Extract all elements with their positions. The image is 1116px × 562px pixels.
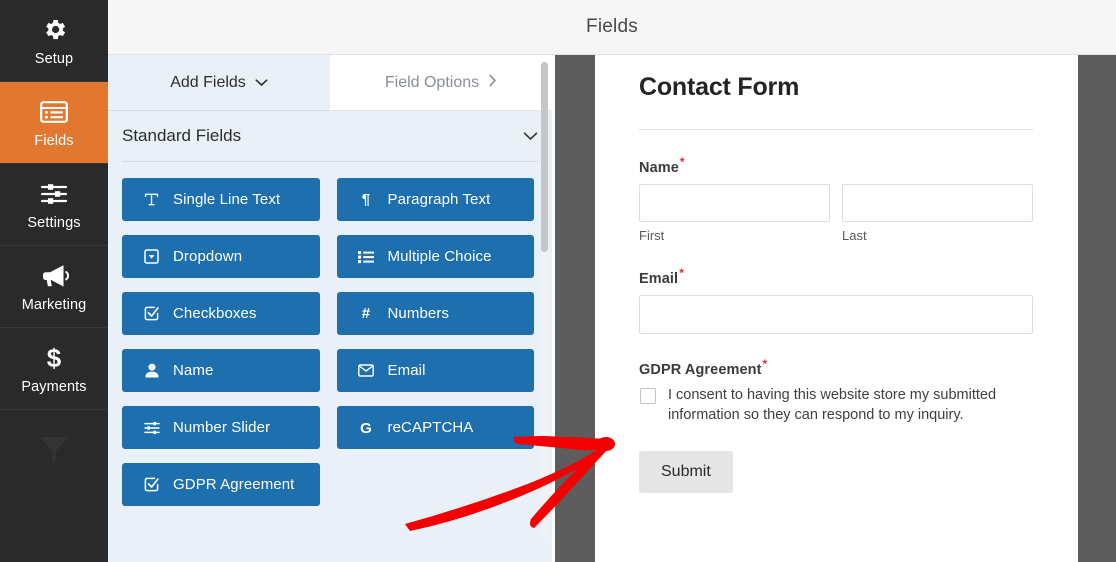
first-name-input[interactable] <box>639 183 830 222</box>
form-title-divider <box>639 129 1033 130</box>
text-cursor-icon <box>143 191 160 208</box>
sidebar-item-label: Setup <box>34 50 74 67</box>
svg-text:$: $ <box>47 344 62 372</box>
gdpr-consent-text: I consent to having this website store m… <box>668 387 997 424</box>
field-button-dropdown[interactable]: Dropdown <box>122 235 320 278</box>
field-label-text: Email <box>639 270 679 287</box>
sidebar: Setup Fields Settings Marketing $ Paymen… <box>0 0 108 562</box>
field-label: Email* <box>639 266 1033 287</box>
preview-gutter-left <box>555 55 595 562</box>
sidebar-item-settings[interactable]: Settings <box>0 164 108 246</box>
chevron-down-icon <box>255 75 268 91</box>
pilcrow-icon: ¶ <box>361 191 371 208</box>
add-fields-panel: Add Fields Field Options Standard Fields <box>108 55 552 562</box>
email-input[interactable] <box>639 294 1033 334</box>
submit-button[interactable]: Submit <box>639 451 733 494</box>
dropdown-icon <box>143 248 160 265</box>
field-label: GDPR Agreement* <box>639 357 1033 378</box>
list-icon <box>39 97 69 127</box>
megaphone-icon <box>39 261 69 291</box>
field-button-single-line-text[interactable]: Single Line Text <box>122 178 320 221</box>
field-button-label: GDPR Agreement <box>173 476 295 493</box>
sublabel: Last <box>842 227 867 243</box>
field-button-paragraph-text[interactable]: ¶ Paragraph Text <box>336 178 534 221</box>
chevron-down-icon[interactable] <box>523 126 538 146</box>
top-header-bar: Fields <box>108 0 1116 55</box>
field-button-name[interactable]: Name <box>122 349 320 392</box>
svg-text:G: G <box>360 420 372 436</box>
preview-field-gdpr-agreement: GDPR Agreement* I consent to having this… <box>639 357 1033 494</box>
required-marker: * <box>679 265 684 280</box>
sidebar-item-marketing[interactable]: Marketing <box>0 246 108 328</box>
sidebar-item-label: Marketing <box>21 296 87 313</box>
field-button-recaptcha[interactable]: G reCAPTCHA <box>336 406 534 449</box>
field-button-gdpr-agreement[interactable]: GDPR Agreement <box>122 463 320 506</box>
form-title: Contact Form <box>639 73 800 101</box>
form-preview: Contact Form Name* First Last Email* GDP… <box>595 55 1078 562</box>
field-button-label: reCAPTCHA <box>387 419 474 436</box>
field-label: Name* <box>639 155 1033 176</box>
partial-icon <box>37 432 71 466</box>
field-button-checkboxes[interactable]: Checkboxes <box>122 292 320 335</box>
field-button-label: Multiple Choice <box>387 248 492 265</box>
field-button-label: Name <box>173 362 214 379</box>
dollar-icon: $ <box>39 343 69 373</box>
tab-add-fields[interactable]: Add Fields <box>108 55 330 111</box>
sidebar-item-label: Settings <box>27 214 81 231</box>
tab-add-fields-label: Add Fields <box>170 73 246 91</box>
sidebar-item-label: Payments <box>21 378 87 395</box>
envelope-icon <box>358 362 375 379</box>
section-title: Standard Fields <box>122 126 242 145</box>
chevron-right-icon <box>488 74 497 91</box>
sidebar-item-setup[interactable]: Setup <box>0 0 108 82</box>
field-button-multiple-choice[interactable]: Multiple Choice <box>336 235 534 278</box>
list-ul-icon <box>358 248 375 265</box>
sidebar-item-fields[interactable]: Fields <box>0 82 108 164</box>
field-button-email[interactable]: Email <box>336 349 534 392</box>
user-icon <box>143 362 160 379</box>
slider-icon <box>143 419 160 436</box>
checkbox-checked-icon <box>143 305 160 322</box>
field-label-text: Name <box>639 159 679 176</box>
sidebar-item-label: Fields <box>34 132 74 149</box>
hash-icon: # <box>361 305 371 322</box>
last-name-input[interactable] <box>842 183 1033 222</box>
field-button-number-slider[interactable]: Number Slider <box>122 406 320 449</box>
tab-field-options[interactable]: Field Options <box>330 55 552 111</box>
field-button-label: Numbers <box>387 305 450 322</box>
preview-field-name: Name* First Last <box>639 155 1033 243</box>
panel-scrollbar[interactable] <box>541 62 548 540</box>
gdpr-consent-row: I consent to having this website store m… <box>639 385 1033 425</box>
sidebar-item-payments[interactable]: $ Payments <box>0 328 108 410</box>
required-marker: * <box>762 356 768 371</box>
required-marker: * <box>679 155 685 169</box>
preview-gutter-right <box>1078 55 1116 562</box>
field-button-label: Email <box>387 362 426 379</box>
name-first-subfield: First <box>639 183 830 243</box>
sliders-icon <box>39 179 69 209</box>
google-g-icon: G <box>358 419 375 436</box>
standard-fields-section-header[interactable]: Standard Fields <box>108 111 552 161</box>
field-button-numbers[interactable]: # Numbers <box>336 292 534 335</box>
field-label-text: GDPR Agreement <box>639 361 762 378</box>
field-button-label: Single Line Text <box>173 191 281 208</box>
checkbox-checked-icon <box>143 476 160 493</box>
page-title: Fields <box>586 16 638 37</box>
field-button-label: Dropdown <box>173 248 243 265</box>
sidebar-overflow-area <box>0 410 108 562</box>
name-last-subfield: Last <box>842 183 1033 243</box>
gdpr-consent-checkbox[interactable] <box>640 388 656 405</box>
field-button-grid: Single Line Text ¶ Paragraph Text Dropdo… <box>108 162 552 524</box>
gear-icon <box>39 15 69 45</box>
field-button-label: Checkboxes <box>173 305 257 322</box>
tab-field-options-label: Field Options <box>384 73 480 91</box>
panel-tabs: Add Fields Field Options <box>108 55 552 111</box>
form-builder-screen: Setup Fields Settings Marketing $ Paymen… <box>0 0 1116 562</box>
panel-scrollbar-thumb[interactable] <box>541 62 548 252</box>
sublabel: First <box>639 227 665 243</box>
field-button-label: Paragraph Text <box>387 191 491 208</box>
field-button-label: Number Slider <box>173 419 271 436</box>
preview-field-email: Email* <box>639 266 1033 334</box>
